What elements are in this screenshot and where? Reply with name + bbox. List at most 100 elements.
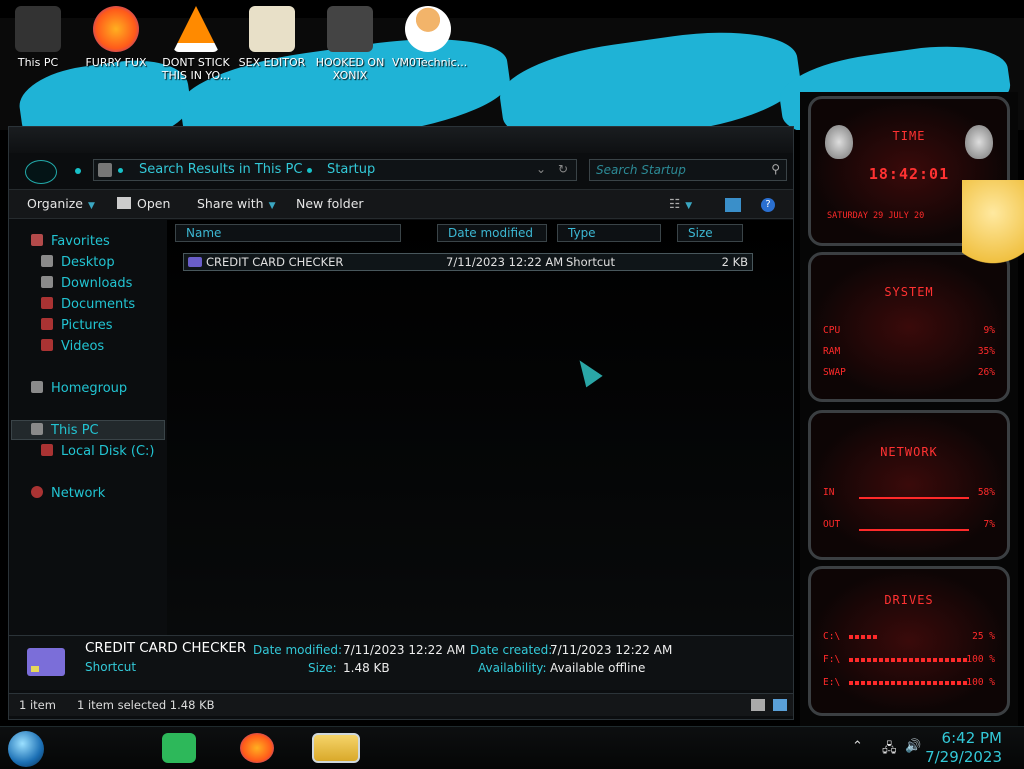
taskbar-app-file-explorer-icon[interactable] [312, 733, 360, 763]
desktop-icon-vm0[interactable]: VM0Technic... [392, 6, 467, 69]
sidebar-item-videos[interactable]: Videos [41, 339, 104, 354]
network-in-graph [859, 497, 969, 499]
cpu-value: 9% [983, 325, 995, 336]
volume-icon[interactable]: 🔊 [905, 739, 921, 754]
chevron-down-icon[interactable]: ⌄ [536, 162, 546, 176]
ram-value: 35% [977, 346, 995, 357]
video-icon [41, 339, 53, 351]
search-icon[interactable]: ⚲ [771, 162, 780, 176]
column-header-date-modified[interactable]: Date modified [437, 224, 547, 242]
drives-gadget-title: DRIVES [884, 593, 934, 607]
taskbar-app-notes-icon[interactable] [162, 733, 196, 763]
drive-icon [41, 444, 53, 456]
desktop-icon [41, 255, 53, 267]
window-titlebar[interactable] [9, 127, 793, 153]
address-bar[interactable]: Search Results in This PC Startup ⌄ ↻ [93, 159, 577, 181]
chevron-down-icon: ▼ [268, 201, 276, 211]
computer-icon [98, 163, 112, 177]
drive-c-value: 25 % [972, 631, 995, 642]
vlc-icon [173, 6, 219, 52]
sidebar-item-label: Network [51, 486, 106, 501]
status-bar: 1 item 1 item selected 1.48 KB [9, 693, 793, 716]
details-date-created: 7/11/2023 12:22 AM [550, 643, 673, 657]
star-icon [31, 234, 43, 246]
picture-icon [41, 318, 53, 330]
details-view-icon[interactable] [751, 699, 765, 711]
desktop-icon-label: This PC [17, 56, 59, 69]
file-size: 2 KB [721, 255, 748, 269]
desktop-icon-vlc[interactable]: DONT STICK THIS IN YO... [158, 6, 234, 82]
wallpaper-splash [494, 19, 806, 130]
cartoon-character-decoration [962, 180, 1024, 290]
table-row[interactable]: CREDIT CARD CHECKER 7/11/2023 12:22 AM S… [183, 253, 753, 271]
search-input[interactable]: Search Startup ⚲ [589, 159, 787, 181]
sidebar-item-homegroup[interactable]: Homegroup [31, 381, 127, 396]
desktop-icon-this-pc[interactable]: This PC [2, 6, 74, 69]
help-icon[interactable]: ? [761, 198, 775, 212]
desktop-icon-xonix[interactable]: HOOKED ON XONIX [314, 6, 386, 82]
computer-icon [31, 423, 43, 435]
computer-icon [15, 6, 61, 52]
column-header-type[interactable]: Type [557, 224, 661, 242]
organize-button[interactable]: Organize ▼ [27, 196, 95, 211]
status-selected: 1 item selected 1.48 KB [77, 698, 215, 712]
share-with-button[interactable]: Share with ▼ [197, 196, 276, 211]
drive-c-bar [849, 635, 879, 639]
breadcrumb-search-results[interactable]: Search Results in This PC [139, 162, 302, 177]
large-icons-view-icon[interactable] [773, 699, 787, 711]
sidebar-item-network[interactable]: Network [31, 486, 105, 501]
taskbar-app-firefox-icon[interactable] [240, 733, 274, 763]
show-hidden-icons-icon[interactable]: ⌃ [852, 739, 863, 754]
back-button[interactable] [25, 160, 57, 184]
desktop-icon-label: DONT STICK THIS IN YO... [161, 56, 231, 82]
chevron-down-icon: ▼ [685, 201, 693, 211]
file-list: Name Date modified Type Size CREDIT CARD… [167, 220, 793, 635]
drive-f-bar [849, 658, 967, 662]
sidebar-item-label: Favorites [51, 234, 110, 249]
open-label: Open [137, 196, 171, 211]
view-options-icon[interactable]: ☷ ▼ [669, 196, 692, 211]
details-date-modified-label: Date modified: [253, 643, 343, 657]
refresh-icon[interactable]: ↻ [558, 162, 568, 176]
sidebar-item-label: This PC [51, 423, 99, 438]
network-out-value: 7% [983, 519, 995, 530]
address-row: Search Results in This PC Startup ⌄ ↻ Se… [9, 155, 793, 189]
drive-e-label: E:\ [823, 677, 841, 688]
drive-f-label: F:\ [823, 654, 841, 665]
network-tray-icon[interactable]: 🖧 [882, 739, 897, 761]
start-button[interactable] [8, 731, 44, 767]
preview-pane-icon[interactable] [725, 198, 741, 212]
sidebar-item-favorites[interactable]: Favorites [31, 234, 110, 249]
sidebar-item-label: Pictures [61, 318, 113, 333]
column-header-size[interactable]: Size [677, 224, 743, 242]
shortcut-icon [27, 648, 65, 676]
details-availability: Available offline [550, 661, 646, 675]
breadcrumb-separator [118, 168, 123, 173]
taskbar-clock[interactable]: 6:42 PM 7/29/2023 [925, 729, 1002, 767]
sidebar-item-local-disk[interactable]: Local Disk (C:) [41, 444, 154, 459]
command-bar: Organize ▼ Open Share with ▼ New folder ☷ ▼… [9, 189, 793, 219]
sidebar-item-label: Homegroup [51, 381, 128, 396]
shortcut-icon [188, 257, 202, 267]
drive-e-bar [849, 681, 967, 685]
swap-value: 26% [977, 367, 995, 378]
sidebar-item-downloads[interactable]: Downloads [41, 276, 132, 291]
desktop-icon-firefox[interactable]: FURRY FUX [80, 6, 152, 69]
new-folder-button[interactable]: New folder [296, 196, 364, 211]
open-button[interactable]: Open [117, 196, 170, 211]
sidebar-item-label: Desktop [61, 255, 115, 270]
recent-locations-button[interactable] [75, 168, 81, 174]
sidebar-item-desktop[interactable]: Desktop [41, 255, 115, 270]
desktop-icon-hxd[interactable]: SEX EDITOR [236, 6, 308, 69]
column-header-name[interactable]: Name [175, 224, 401, 242]
download-icon [41, 276, 53, 288]
firefox-icon [93, 6, 139, 52]
sidebar-item-this-pc[interactable]: This PC [31, 423, 99, 438]
chevron-down-icon: ▼ [88, 201, 95, 211]
drives-gadget: DRIVES C:\ 25 % F:\ 100 % E:\ 100 % [808, 566, 1010, 716]
sidebar-item-documents[interactable]: Documents [41, 297, 135, 312]
search-placeholder: Search Startup [596, 163, 686, 177]
breadcrumb-startup[interactable]: Startup [327, 162, 375, 177]
sidebar-item-pictures[interactable]: Pictures [41, 318, 112, 333]
network-gadget-title: NETWORK [880, 445, 938, 459]
